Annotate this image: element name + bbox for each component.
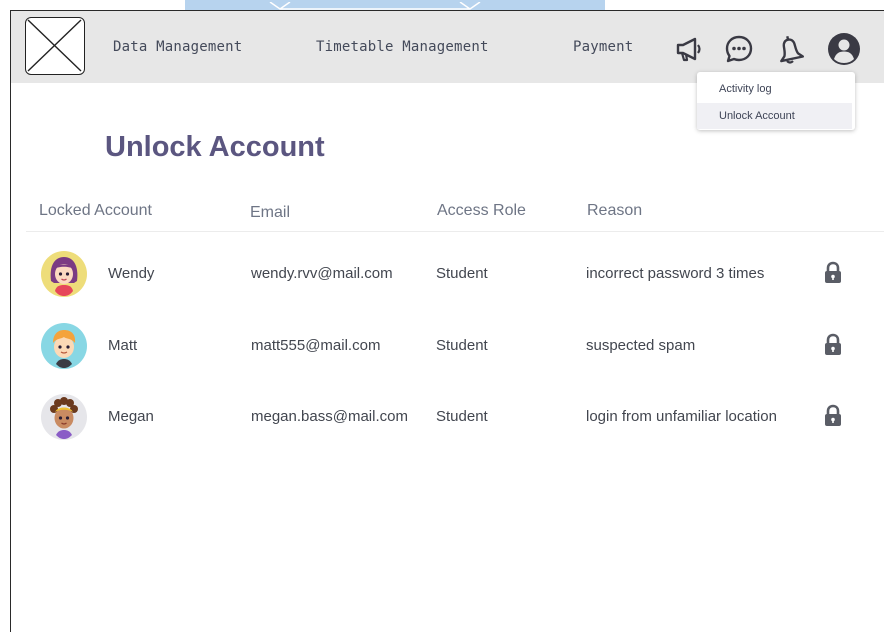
lock-reason: suspected spam	[586, 337, 696, 354]
account-dropdown-menu: Activity log Unlock Account	[697, 72, 855, 130]
account-name: Wendy	[108, 265, 155, 282]
megaphone-icon[interactable]	[673, 33, 705, 65]
account-role: Student	[436, 337, 488, 354]
lock-icon[interactable]	[822, 261, 844, 285]
account-role: Student	[436, 265, 488, 282]
column-header-access-role: Access Role	[437, 202, 526, 219]
table-row: Matt matt555@mail.com Student suspected …	[0, 323, 884, 383]
account-email: megan.bass@mail.com	[251, 408, 408, 425]
menu-item-unlock-account[interactable]: Unlock Account	[697, 103, 852, 129]
avatar	[41, 251, 87, 297]
nav-link-timetable-management[interactable]: Timetable Management	[316, 39, 489, 55]
lock-icon[interactable]	[822, 404, 844, 428]
nav-link-data-management[interactable]: Data Management	[113, 39, 242, 55]
account-name: Matt	[108, 337, 138, 354]
column-header-reason: Reason	[587, 202, 643, 219]
account-name: Megan	[108, 408, 154, 425]
account-email: wendy.rvv@mail.com	[251, 265, 393, 282]
frame-border-left	[10, 10, 11, 632]
nav-link-payment[interactable]: Payment	[573, 39, 633, 55]
column-header-locked-account: Locked Account	[39, 202, 152, 219]
column-header-email: Email	[250, 204, 291, 221]
table-row: Megan megan.bass@mail.com Student login …	[0, 394, 884, 454]
menu-item-activity-log[interactable]: Activity log	[697, 76, 852, 102]
avatar	[41, 394, 87, 440]
page-title: Unlock Account	[105, 131, 325, 163]
header-divider	[26, 231, 884, 232]
account-email: matt555@mail.com	[251, 337, 381, 354]
user-profile-icon[interactable]	[827, 32, 861, 66]
chat-icon[interactable]	[723, 33, 755, 65]
lock-reason: login from unfamiliar location	[586, 408, 777, 425]
lock-reason: incorrect password 3 times	[586, 265, 765, 282]
table-row: Wendy wendy.rvv@mail.com Student incorre…	[0, 251, 884, 311]
lock-icon[interactable]	[822, 333, 844, 357]
account-role: Student	[436, 408, 488, 425]
bell-icon[interactable]	[774, 33, 806, 65]
logo-placeholder-icon[interactable]	[25, 17, 85, 75]
avatar	[41, 323, 87, 369]
